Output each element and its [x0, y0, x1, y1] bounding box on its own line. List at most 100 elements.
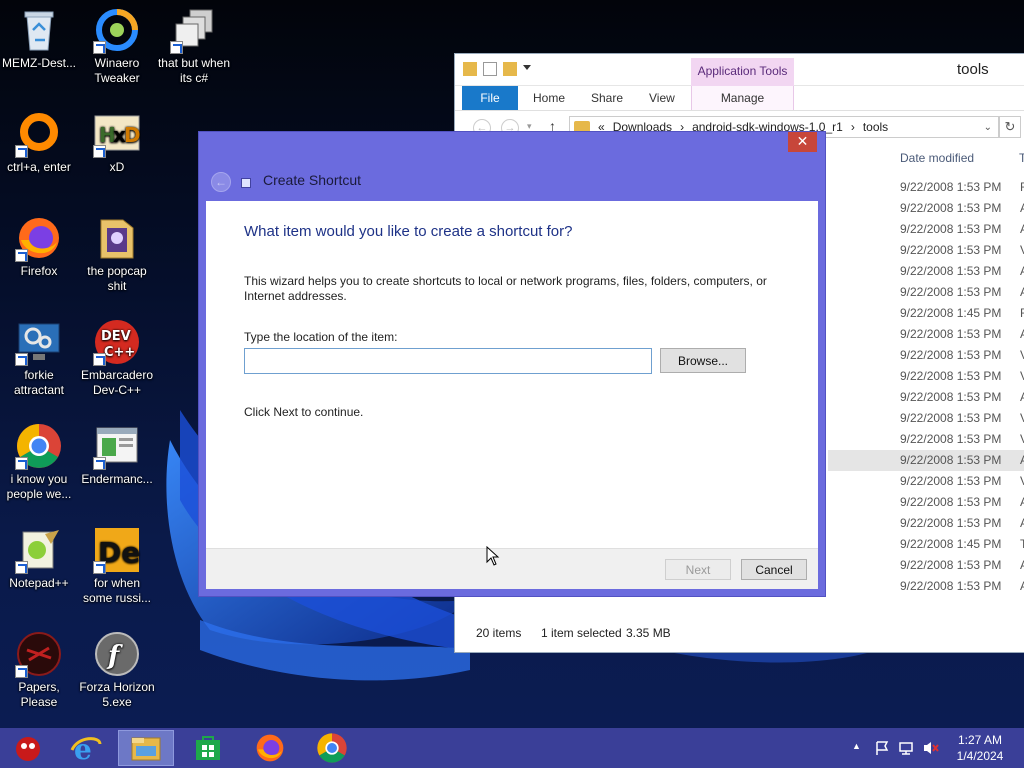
- file-row[interactable]: 9/22/2008 1:53 PM A: [828, 198, 1024, 219]
- desktop-icon-xd[interactable]: HxD xD: [78, 110, 156, 175]
- tab-home[interactable]: Home: [533, 86, 565, 110]
- file-row[interactable]: 9/22/2008 1:53 PM A: [828, 492, 1024, 513]
- file-row[interactable]: 9/22/2008 1:45 PM F: [828, 303, 1024, 324]
- next-button[interactable]: Next: [665, 559, 731, 580]
- firefox-icon: [256, 734, 284, 762]
- file-row[interactable]: 9/22/2008 1:45 PM T: [828, 534, 1024, 555]
- file-row[interactable]: 9/22/2008 1:53 PM V: [828, 471, 1024, 492]
- popcap-folder-icon: [93, 214, 141, 262]
- file-date-modified: 9/22/2008 1:53 PM: [900, 264, 1002, 278]
- file-row[interactable]: 9/22/2008 1:53 PM V: [828, 408, 1024, 429]
- close-button[interactable]: ✕: [788, 132, 817, 152]
- recycle-bin-icon: [15, 6, 63, 54]
- action-center-flag-icon[interactable]: [874, 740, 890, 756]
- back-arrow-icon[interactable]: ←: [211, 172, 231, 192]
- file-row[interactable]: 9/22/2008 1:53 PM V: [828, 429, 1024, 450]
- wizard-heading: What item would you like to create a sho…: [244, 223, 573, 240]
- monitor-gears-icon: [15, 318, 63, 366]
- taskbar: e ▲ 1:27 AM 1/4/2024: [0, 728, 1024, 768]
- desktop-icon-ctrla[interactable]: ctrl+a, enter: [0, 110, 78, 175]
- folder-icon[interactable]: [463, 62, 477, 76]
- file-row[interactable]: 9/22/2008 1:53 PM V: [828, 345, 1024, 366]
- file-date-modified: 9/22/2008 1:45 PM: [900, 537, 1002, 551]
- column-header-date-modified[interactable]: Date modified: [900, 151, 974, 165]
- firefox-icon: [15, 214, 63, 262]
- breadcrumb-tools[interactable]: tools: [863, 120, 888, 134]
- desktop-icon-notepadpp[interactable]: Notepad++: [0, 526, 78, 591]
- taskbar-file-explorer[interactable]: [118, 730, 174, 766]
- tab-file[interactable]: File: [462, 86, 518, 110]
- file-date-modified: 9/22/2008 1:53 PM: [900, 369, 1002, 383]
- file-row[interactable]: 9/22/2008 1:53 PM V: [828, 240, 1024, 261]
- location-input[interactable]: [244, 348, 652, 374]
- taskbar-firefox[interactable]: [242, 730, 298, 766]
- quick-access-toolbar: [463, 62, 531, 76]
- desktop-icon-forkie[interactable]: forkie attractant: [0, 318, 78, 398]
- browse-button[interactable]: Browse...: [660, 348, 746, 373]
- dialog-title: Create Shortcut: [263, 172, 362, 188]
- qa-dropdown-icon[interactable]: [523, 65, 531, 73]
- desktop-icon-popcap[interactable]: the popcap shit: [78, 214, 156, 294]
- desktop-icon-endermanch[interactable]: Endermanc...: [78, 422, 156, 487]
- orange-ring-icon: [15, 110, 63, 158]
- tab-view[interactable]: View: [649, 86, 675, 110]
- file-type-partial: A: [1020, 450, 1024, 471]
- network-icon[interactable]: [898, 740, 914, 756]
- tab-manage[interactable]: Manage: [691, 86, 794, 110]
- taskbar-clock[interactable]: 1:27 AM 1/4/2024: [950, 732, 1010, 764]
- file-date-modified: 9/22/2008 1:53 PM: [900, 285, 1002, 299]
- desktop-icon-winaero[interactable]: Winaero Tweaker: [78, 6, 156, 86]
- create-shortcut-dialog[interactable]: ✕ ← Create Shortcut What item would you …: [198, 131, 826, 597]
- tab-share[interactable]: Share: [591, 86, 623, 110]
- file-type-partial: A: [1020, 576, 1024, 597]
- status-size: 3.35 MB: [626, 626, 671, 640]
- clock-date: 1/4/2024: [956, 749, 1004, 763]
- address-dropdown-icon[interactable]: ⌄: [984, 122, 992, 133]
- papers-please-icon: [15, 630, 63, 678]
- file-date-modified: 9/22/2008 1:53 PM: [900, 579, 1002, 593]
- taskbar-internet-explorer[interactable]: e: [58, 730, 114, 766]
- file-type-partial: A: [1020, 555, 1024, 576]
- wizard-footer: Next Cancel: [206, 548, 818, 589]
- file-type-partial: A: [1020, 261, 1024, 282]
- file-row[interactable]: 9/22/2008 1:53 PM A: [828, 450, 1024, 471]
- cancel-button[interactable]: Cancel: [741, 559, 807, 580]
- desktop-icon-firefox[interactable]: Firefox: [0, 214, 78, 279]
- file-row[interactable]: 9/22/2008 1:53 PM F: [828, 177, 1024, 198]
- file-row[interactable]: 9/22/2008 1:53 PM A: [828, 513, 1024, 534]
- file-row[interactable]: 9/22/2008 1:53 PM A: [828, 576, 1024, 597]
- desktop-icon-de[interactable]: De for when some russi...: [78, 526, 156, 606]
- desktop-icon-memz[interactable]: MEMZ-Dest...: [0, 6, 78, 71]
- svg-text:C++: C++: [104, 345, 135, 360]
- file-row[interactable]: 9/22/2008 1:53 PM A: [828, 219, 1024, 240]
- properties-icon[interactable]: [483, 62, 497, 76]
- wizard-hint: Click Next to continue.: [244, 405, 364, 419]
- taskbar-store[interactable]: [180, 730, 236, 766]
- file-row[interactable]: 9/22/2008 1:53 PM V: [828, 366, 1024, 387]
- desktop-icon-forza[interactable]: f Forza Horizon 5.exe: [78, 630, 156, 710]
- volume-muted-icon[interactable]: [922, 740, 940, 756]
- desktop-icon-papers[interactable]: Papers, Please: [0, 630, 78, 710]
- taskbar-memz[interactable]: [0, 730, 56, 766]
- file-type-partial: V: [1020, 471, 1024, 492]
- refresh-icon[interactable]: ↻: [999, 116, 1021, 138]
- column-header-type-partial[interactable]: T: [1019, 151, 1024, 165]
- file-row[interactable]: 9/22/2008 1:53 PM A: [828, 282, 1024, 303]
- desktop-icon-devcpp[interactable]: DEV C++ Embarcadero Dev-C++: [78, 318, 156, 398]
- shortcut-icon: [241, 178, 251, 188]
- file-type-partial: V: [1020, 408, 1024, 429]
- file-row[interactable]: 9/22/2008 1:53 PM A: [828, 555, 1024, 576]
- file-type-partial: A: [1020, 219, 1024, 240]
- file-date-modified: 9/22/2008 1:53 PM: [900, 474, 1002, 488]
- file-row[interactable]: 9/22/2008 1:53 PM A: [828, 387, 1024, 408]
- file-row[interactable]: 9/22/2008 1:53 PM A: [828, 324, 1024, 345]
- taskbar-chrome[interactable]: [304, 730, 360, 766]
- file-row[interactable]: 9/22/2008 1:53 PM A: [828, 261, 1024, 282]
- desktop-icon-chrome[interactable]: i know you people we...: [0, 422, 78, 502]
- desktop-icon-thatbutwhen[interactable]: that but when its c#: [155, 6, 233, 86]
- new-folder-icon[interactable]: [503, 62, 517, 76]
- file-type-partial: V: [1020, 429, 1024, 450]
- file-type-partial: T: [1020, 537, 1024, 551]
- show-hidden-icons-chevron-icon[interactable]: ▲: [852, 741, 861, 751]
- shortcut-arrow-icon: [15, 249, 28, 262]
